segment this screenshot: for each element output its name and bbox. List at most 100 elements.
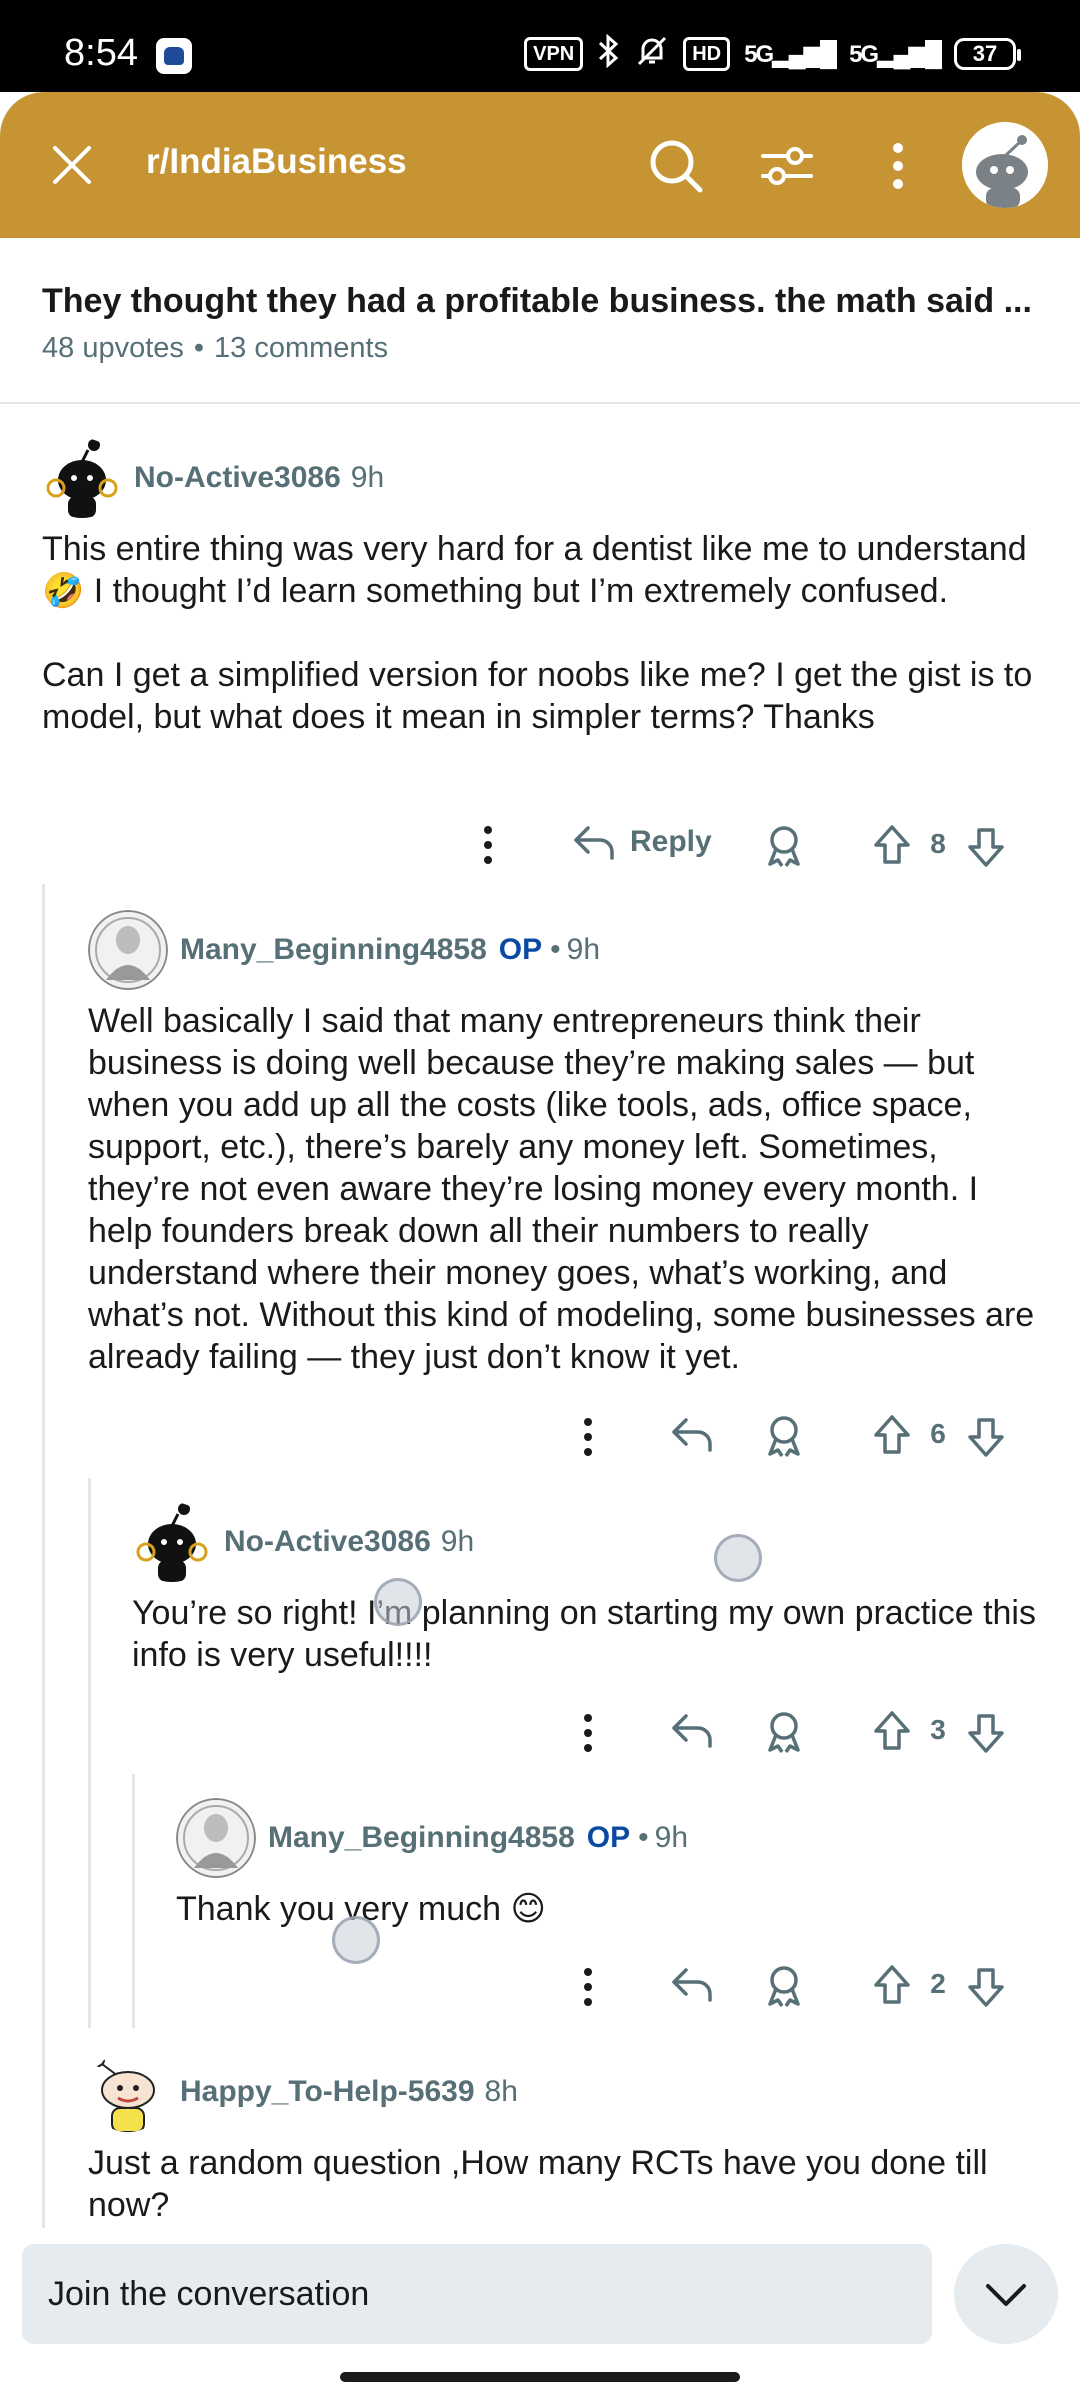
signal-1-icon: 5G▂▄▆█ <box>744 40 837 68</box>
comment: No-Active3086 9h This entire thing was v… <box>42 436 1052 738</box>
more-options-icon[interactable] <box>578 1418 598 1458</box>
upvote-icon[interactable] <box>872 1414 912 1461</box>
comment: Many_Beginning4858 OP • 9h Well basicall… <box>88 908 1048 1378</box>
meta-separator: • <box>638 1821 649 1854</box>
bluetooth-icon <box>597 33 621 74</box>
op-badge: OP <box>498 933 543 966</box>
join-conversation-input[interactable]: Join the conversation <box>22 2244 932 2344</box>
reply-button[interactable] <box>670 1710 714 1750</box>
comment-time: 9h <box>350 461 385 494</box>
avatar[interactable] <box>88 2052 168 2132</box>
status-bar: 8:54 VPN HD 5G▂▄▆█ 5G▂▄▆█ 37 <box>0 0 1080 92</box>
upvote-icon[interactable] <box>872 824 912 871</box>
comment-body: Well basically I said that many entrepre… <box>88 1000 1048 1378</box>
more-options-icon[interactable] <box>478 826 498 866</box>
search-icon[interactable] <box>646 136 706 196</box>
status-icons: VPN HD 5G▂▄▆█ 5G▂▄▆█ 37 <box>524 33 1021 74</box>
reply-button[interactable] <box>670 1964 714 2004</box>
post-title[interactable]: They thought they had a profitable busin… <box>42 282 1042 321</box>
comment-header: Happy_To-Help-5639 8h <box>88 2050 1048 2134</box>
upvote-count: 48 upvotes <box>42 332 184 364</box>
vpn-indicator: VPN <box>524 37 584 71</box>
award-icon[interactable] <box>764 1710 804 1759</box>
reply-label: Reply <box>630 825 712 858</box>
snoo-avatar-icon <box>962 122 1048 208</box>
more-options-icon[interactable] <box>578 1714 598 1754</box>
comment-time: 9h <box>440 1525 475 1558</box>
avatar[interactable] <box>42 438 122 518</box>
comment-paragraph: Can I get a simplified version for noobs… <box>42 656 1033 736</box>
comment-score: 3 <box>930 1714 946 1745</box>
reply-icon <box>672 1968 712 2002</box>
comment-paragraph: Just a random question ,How many RCTs ha… <box>88 2144 988 2224</box>
meta-separator: • <box>550 933 561 966</box>
comment-header: No-Active3086 9h <box>42 436 1052 520</box>
comment-paragraph: Thank you very much 😊 <box>176 1890 546 1928</box>
comment-body: Just a random question ,How many RCTs ha… <box>88 2142 1048 2226</box>
downvote-icon[interactable] <box>966 1712 1006 1759</box>
more-options-icon[interactable] <box>578 1968 598 2008</box>
reply-icon <box>574 826 614 860</box>
reply-button[interactable]: Reply <box>572 822 712 862</box>
upvote-icon[interactable] <box>872 1964 912 2011</box>
user-avatar[interactable] <box>962 122 1048 208</box>
avatar[interactable] <box>88 910 168 990</box>
comment-username[interactable]: Many_Beginning4858 <box>268 1821 575 1855</box>
downvote-icon[interactable] <box>966 1416 1006 1463</box>
mute-bell-icon <box>635 34 669 74</box>
thread-line[interactable] <box>42 884 45 2228</box>
sort-filter-icon[interactable] <box>757 136 817 196</box>
award-icon[interactable] <box>764 1964 804 2013</box>
post-meta: 48 upvotes • 13 comments <box>42 332 388 365</box>
subreddit-app-bar: r/IndiaBusiness <box>0 91 1080 238</box>
thread-line[interactable] <box>88 1478 91 2028</box>
thread-line[interactable] <box>132 1774 135 2028</box>
collapse-button[interactable] <box>954 2244 1058 2344</box>
touch-indicator <box>332 1916 380 1964</box>
reply-button[interactable] <box>670 1414 714 1454</box>
downvote-icon[interactable] <box>966 826 1006 873</box>
reply-icon <box>672 1714 712 1748</box>
comment: Happy_To-Help-5639 8h Just a random ques… <box>88 2050 1048 2226</box>
comment-paragraph: You’re so right! I’m planning on startin… <box>132 1594 1036 1674</box>
comment-paragraph: This entire thing was very hard for a de… <box>42 530 1027 610</box>
comment-username[interactable]: No-Active3086 <box>224 1525 431 1559</box>
comment-header: No-Active3086 9h <box>132 1500 1052 1584</box>
comment-score: 2 <box>930 1968 946 1999</box>
award-icon[interactable] <box>764 824 804 873</box>
touch-indicator <box>374 1578 422 1626</box>
award-icon[interactable] <box>764 1414 804 1463</box>
comment: No-Active3086 9h You’re so right! I’m pl… <box>132 1500 1052 1676</box>
comment-count: 13 comments <box>214 332 389 364</box>
post-header[interactable]: They thought they had a profitable busin… <box>0 238 1080 404</box>
comment-header: Many_Beginning4858 OP • 9h <box>176 1796 1052 1880</box>
subreddit-name[interactable]: r/IndiaBusiness <box>146 142 407 182</box>
comment-score: 6 <box>930 1418 946 1449</box>
comment: Many_Beginning4858 OP • 9h Thank you ver… <box>176 1796 1052 1930</box>
notification-app-icon <box>156 38 192 74</box>
comment-username[interactable]: Happy_To-Help-5639 <box>180 2075 475 2109</box>
status-time: 8:54 <box>64 32 138 74</box>
comment-header: Many_Beginning4858 OP • 9h <box>88 908 1048 992</box>
chevron-down-icon <box>986 2284 1026 2306</box>
signal-2-icon: 5G▂▄▆█ <box>849 40 942 68</box>
comment-time: 9h <box>654 1821 689 1854</box>
comment-username[interactable]: No-Active3086 <box>134 461 341 495</box>
upvote-icon[interactable] <box>872 1710 912 1757</box>
comment-body: Thank you very much 😊 <box>176 1888 1052 1930</box>
avatar[interactable] <box>176 1798 256 1878</box>
close-icon[interactable] <box>44 137 100 193</box>
more-vertical-icon[interactable] <box>868 136 928 196</box>
home-indicator[interactable] <box>340 2372 740 2382</box>
comment-paragraph: Well basically I said that many entrepre… <box>88 1002 1035 1376</box>
comment-body: This entire thing was very hard for a de… <box>42 528 1052 738</box>
avatar[interactable] <box>132 1502 212 1582</box>
comment-time: 8h <box>484 2075 518 2108</box>
hd-indicator: HD <box>683 37 731 71</box>
downvote-icon[interactable] <box>966 1966 1006 2013</box>
op-badge: OP <box>586 1821 631 1854</box>
touch-indicator <box>714 1534 762 1582</box>
battery-icon: 37 <box>954 38 1021 70</box>
comment-time: 9h <box>566 933 601 966</box>
comment-username[interactable]: Many_Beginning4858 <box>180 933 487 967</box>
